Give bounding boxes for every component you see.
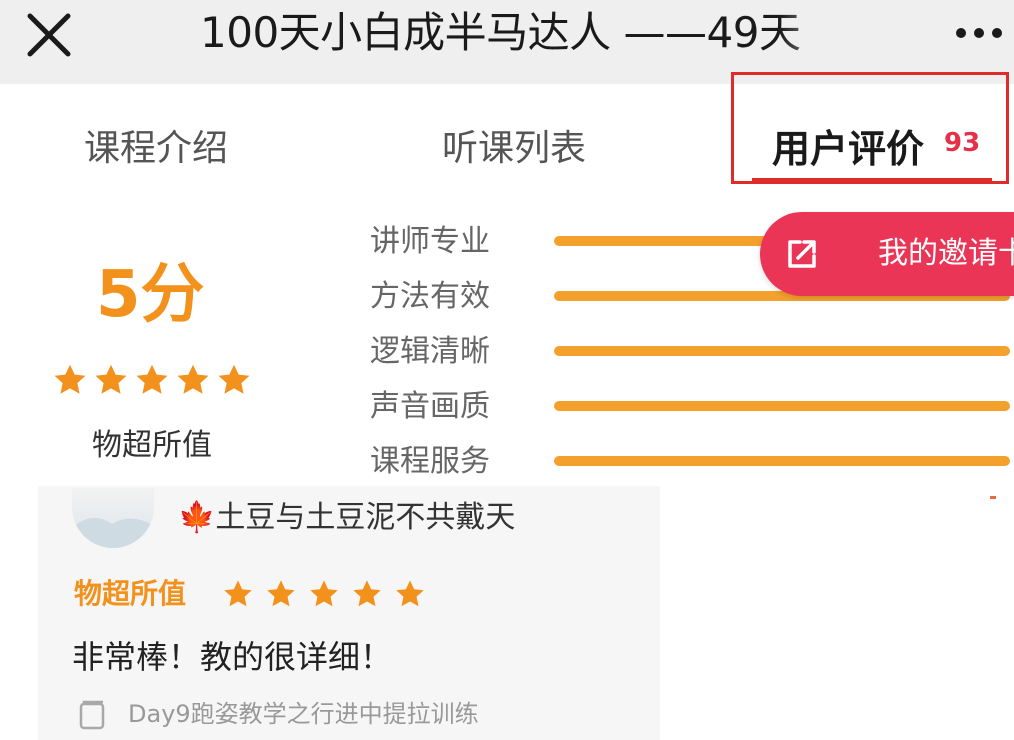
dimension-row: 逻辑清晰 [370,332,1010,372]
star-icon [396,580,424,607]
star-icon [267,580,295,607]
dimension-bar [554,456,1010,466]
active-tab-underline [752,178,992,184]
more-dots-icon[interactable] [956,28,966,38]
document-icon [79,700,105,730]
dimension-bar [554,346,1010,356]
star-icon [310,580,338,607]
invite-card-button[interactable]: 我的邀请卡 [760,212,1014,296]
star-icon [177,364,209,394]
star-icon [224,580,252,607]
review-text: 非常棒！教的很详细！ [72,638,393,676]
review-tag: 物超所值 [74,577,187,610]
review-lesson-link[interactable]: Day9跑姿教学之行进中提拉训练 [128,696,479,732]
review-stars [222,578,437,610]
share-icon [788,240,816,268]
star-icon [95,364,127,394]
avatar-image [72,517,154,548]
more-dots-icon[interactable] [974,28,984,38]
close-icon[interactable] [26,12,72,58]
tab-lesson-list[interactable]: 听课列表 [442,124,586,174]
dimension-label: 声音画质 [370,389,490,424]
overall-summary: 物超所值 [92,428,212,463]
star-icon [218,364,250,394]
review-username[interactable]: 🍁土豆与土豆泥不共戴天 [178,498,515,538]
review-card: 🍁土豆与土豆泥不共戴天 物超所值 非常棒！教的很详细！ Day9跑姿教学之行进中… [38,486,660,740]
invite-label: 我的邀请卡 [878,236,1014,271]
active-tab-highlight [731,72,1009,184]
overall-score: 5分 [96,258,205,332]
star-icon [54,364,86,394]
avatar[interactable] [72,488,154,548]
dimension-row: 课程服务 [370,442,1010,482]
more-button[interactable] [950,14,1014,50]
dimension-label: 逻辑清晰 [370,334,490,369]
star-icon [136,364,168,394]
more-dots-icon[interactable] [992,28,1002,38]
overall-stars [52,362,257,402]
dimension-label: 方法有效 [370,279,490,314]
star-icon [353,580,381,607]
dimension-bar [554,401,1010,411]
dimension-row: 声音画质 [370,387,1010,427]
close-button[interactable] [26,12,72,58]
dimension-label: 讲师专业 [370,224,490,259]
page-title: 100天小白成半马达人 ——49天 [200,8,801,57]
edge-marker [990,496,996,499]
tab-course-intro[interactable]: 课程介绍 [84,124,228,174]
dimension-label: 课程服务 [370,444,490,479]
